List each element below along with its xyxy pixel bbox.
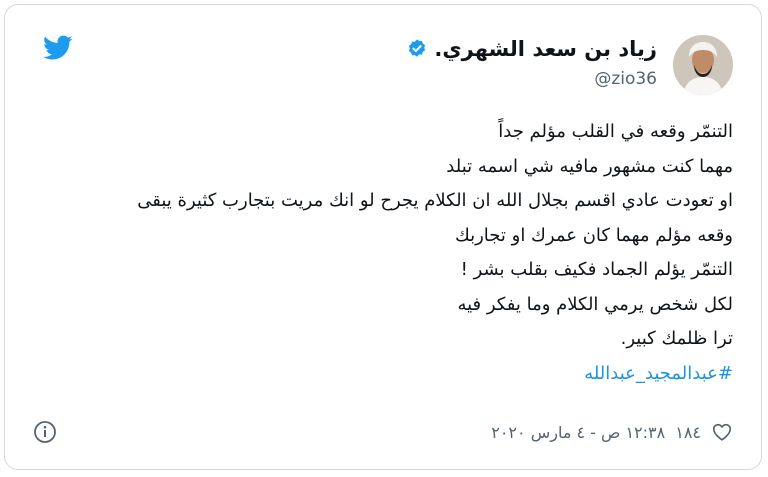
tweet-meta: ١٨٤ ١٢:٣٨ ص - ٤ مارس ٢٠٢٠ (491, 421, 733, 443)
author-handle[interactable]: @zio36 (406, 69, 657, 89)
avatar[interactable] (673, 35, 733, 95)
tweet-footer: ١٨٤ ١٢:٣٨ ص - ٤ مارس ٢٠٢٠ (33, 419, 733, 445)
hashtag-link[interactable]: #عبدالمجيد_عبدالله (33, 357, 733, 392)
tweet-card: زياد بن سعد الشهري. @zio36 التنمّر وقعه … (4, 4, 762, 470)
twitter-bird-icon[interactable] (43, 35, 73, 61)
avatar-image (673, 35, 733, 95)
like-count: ١٨٤ (675, 422, 701, 442)
tweet-author[interactable]: زياد بن سعد الشهري. @zio36 (406, 37, 657, 89)
tweet-timestamp[interactable]: ١٢:٣٨ ص - ٤ مارس ٢٠٢٠ (491, 423, 665, 442)
tweet-line: وقعه مؤلم مهما كان عمرك او تجاربك (454, 224, 733, 246)
tweet-text: التنمّر وقعه في القلب مؤلم جداً مهما كنت… (33, 115, 733, 391)
tweet-line: ترا ظلمك كبير. (620, 328, 733, 349)
tweet-line: مهما كنت مشهور مافيه شي اسمه تبلد (446, 155, 733, 177)
tweet-line: او تعودت عادي اقسم بجلال الله ان الكلام … (137, 190, 733, 211)
tweet-line: التنمّر وقعه في القلب مؤلم جداً (498, 121, 733, 142)
verified-badge-icon (409, 39, 426, 57)
author-display-name[interactable]: زياد بن سعد الشهري. (434, 37, 657, 61)
tweet-line: التنمّر يؤلم الجماد فكيف بقلب بشر ! (460, 259, 733, 280)
tweet-line: لكل شخص يرمي الكلام وما يفكر فيه (457, 293, 733, 315)
heart-icon[interactable] (711, 421, 733, 443)
info-icon[interactable] (33, 420, 57, 444)
